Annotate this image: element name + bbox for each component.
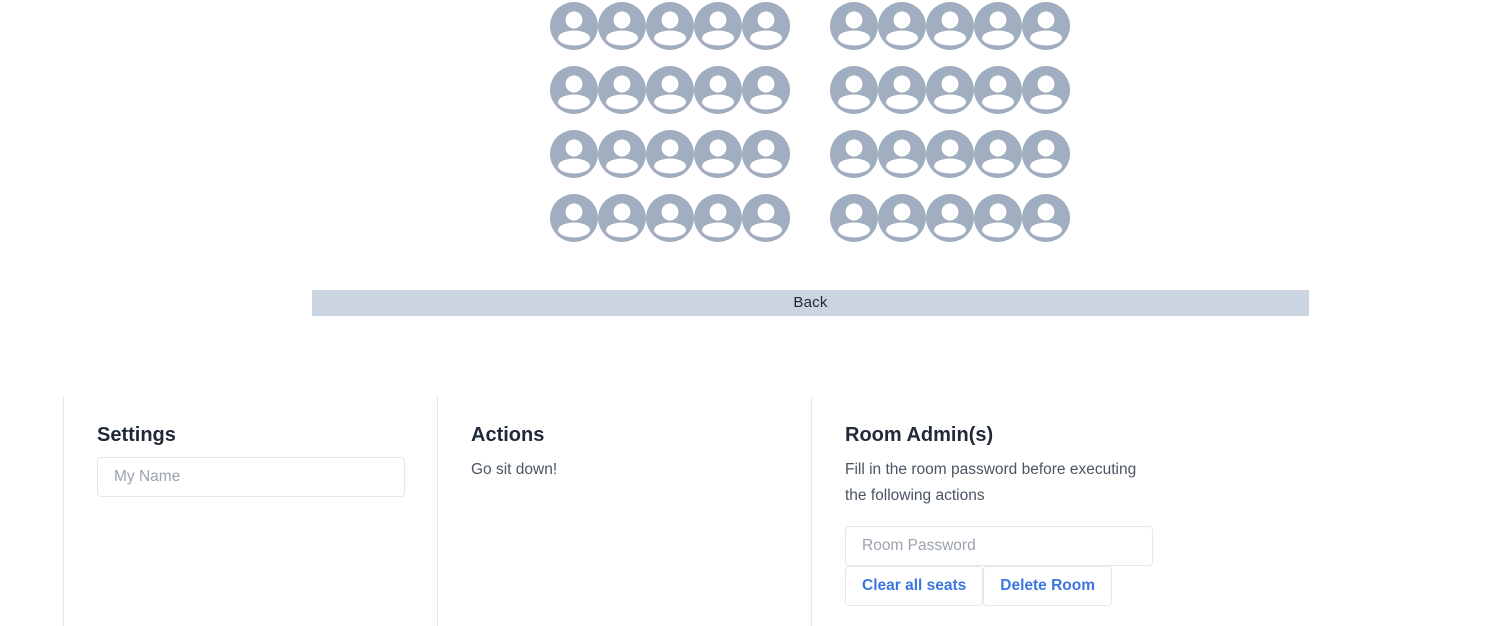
- seat-user-avatar-icon[interactable]: [830, 2, 878, 50]
- delete-room-button[interactable]: Delete Room: [983, 566, 1113, 606]
- seat-user-avatar-icon[interactable]: [742, 130, 790, 178]
- seat-block-left: [550, 2, 790, 258]
- seat-user-avatar-icon[interactable]: [1022, 194, 1070, 242]
- seat-user-avatar-icon[interactable]: [878, 66, 926, 114]
- seat-user-avatar-icon[interactable]: [550, 194, 598, 242]
- seat-user-avatar-icon[interactable]: [974, 2, 1022, 50]
- seat-user-avatar-icon[interactable]: [926, 2, 974, 50]
- seat-user-avatar-icon[interactable]: [974, 130, 1022, 178]
- seat-user-avatar-icon[interactable]: [550, 66, 598, 114]
- actions-heading: Actions: [471, 424, 545, 446]
- back-row-label: Back: [312, 290, 1309, 316]
- seat-user-avatar-icon[interactable]: [598, 130, 646, 178]
- room-password-input[interactable]: [845, 526, 1153, 566]
- settings-heading: Settings: [97, 424, 176, 446]
- seat-user-avatar-icon[interactable]: [694, 130, 742, 178]
- seat-user-avatar-icon[interactable]: [1022, 66, 1070, 114]
- seat-user-avatar-icon[interactable]: [830, 130, 878, 178]
- seat-user-avatar-icon[interactable]: [550, 2, 598, 50]
- seat-block-right: [830, 2, 1070, 258]
- seat-user-avatar-icon[interactable]: [830, 66, 878, 114]
- seat-user-avatar-icon[interactable]: [742, 66, 790, 114]
- seat-user-avatar-icon[interactable]: [1022, 2, 1070, 50]
- seat-user-avatar-icon[interactable]: [694, 2, 742, 50]
- seat-user-avatar-icon[interactable]: [550, 130, 598, 178]
- seat-user-avatar-icon[interactable]: [694, 194, 742, 242]
- seat-user-avatar-icon[interactable]: [878, 130, 926, 178]
- clear-all-seats-button[interactable]: Clear all seats: [845, 566, 984, 606]
- seat-user-avatar-icon[interactable]: [742, 194, 790, 242]
- settings-panel: Settings: [63, 396, 437, 626]
- seat-user-avatar-icon[interactable]: [646, 2, 694, 50]
- room-admin-description: Fill in the room password before executi…: [845, 461, 1137, 504]
- seat-user-avatar-icon[interactable]: [646, 66, 694, 114]
- seat-user-avatar-icon[interactable]: [598, 2, 646, 50]
- seat-user-avatar-icon[interactable]: [646, 194, 694, 242]
- seat-user-avatar-icon[interactable]: [646, 130, 694, 178]
- seat-user-avatar-icon[interactable]: [694, 66, 742, 114]
- room-admin-heading: Room Admin(s): [845, 424, 994, 446]
- actions-panel: Actions Go sit down!: [437, 396, 811, 626]
- seat-user-avatar-icon[interactable]: [878, 194, 926, 242]
- seat-user-avatar-icon[interactable]: [830, 194, 878, 242]
- seat-user-avatar-icon[interactable]: [742, 2, 790, 50]
- seat-user-avatar-icon[interactable]: [598, 66, 646, 114]
- room-admin-panel: Room Admin(s) Fill in the room password …: [811, 396, 1231, 626]
- seat-user-avatar-icon[interactable]: [926, 130, 974, 178]
- seat-user-avatar-icon[interactable]: [1022, 130, 1070, 178]
- seat-user-avatar-icon[interactable]: [878, 2, 926, 50]
- name-input[interactable]: [97, 457, 405, 497]
- seat-user-avatar-icon[interactable]: [926, 194, 974, 242]
- admin-button-row: Clear all seats Delete Room: [845, 566, 1198, 606]
- seat-user-avatar-icon[interactable]: [974, 194, 1022, 242]
- bottom-panels: Settings Actions Go sit down! Room Admin…: [63, 396, 1231, 626]
- page: Back Settings Actions Go sit down! Room …: [0, 0, 1499, 626]
- seat-user-avatar-icon[interactable]: [598, 194, 646, 242]
- actions-status-text: Go sit down!: [471, 461, 558, 478]
- seat-user-avatar-icon[interactable]: [974, 66, 1022, 114]
- seat-user-avatar-icon[interactable]: [926, 66, 974, 114]
